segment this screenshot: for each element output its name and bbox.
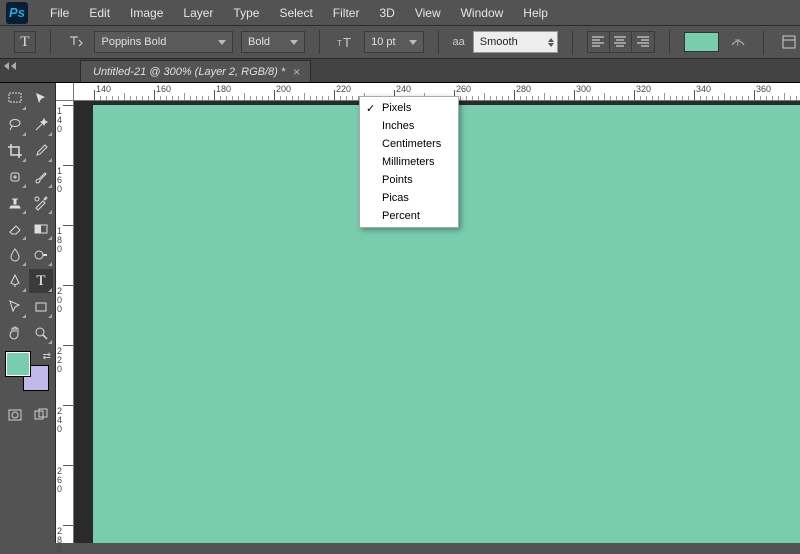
antialias-dropdown[interactable]: Smooth [473,31,558,53]
vertical-ruler[interactable]: 140160180200220240260280 [56,101,74,543]
gradient-tool[interactable] [29,217,53,241]
separator [319,30,320,54]
align-center-button[interactable] [610,32,632,52]
antialias-value: Smooth [480,36,518,48]
menu-window[interactable]: Window [451,6,514,20]
warp-text-button[interactable]: T [727,31,749,53]
menu-layer[interactable]: Layer [173,6,223,20]
separator [572,30,573,54]
separator [669,30,670,54]
hand-tool[interactable] [3,321,27,345]
menu-filter[interactable]: Filter [323,6,370,20]
character-panel-toggle[interactable] [778,31,800,53]
separator [438,30,439,54]
zoom-tool[interactable] [29,321,53,345]
menu-3d[interactable]: 3D [369,6,404,20]
current-tool-indicator[interactable]: T [14,31,36,53]
font-size-dropdown[interactable]: 10 pt [364,31,423,53]
ruler-unit-pixels[interactable]: Pixels [360,99,458,117]
close-tab-button[interactable]: × [293,65,300,79]
text-orientation-toggle[interactable] [65,31,87,53]
toolbox: T ⇄ [0,83,56,543]
path-selection-tool[interactable] [3,295,27,319]
align-left-button[interactable] [588,32,610,52]
ruler-units-context-menu: PixelsInchesCentimetersMillimetersPoints… [359,96,459,228]
clone-stamp-tool[interactable] [3,191,27,215]
document-tab[interactable]: Untitled-21 @ 300% (Layer 2, RGB/8) * × [80,60,311,82]
lasso-tool[interactable] [3,113,27,137]
brush-tool[interactable] [29,165,53,189]
antialias-label: aa [453,36,465,48]
eyedropper-tool[interactable] [29,139,53,163]
menu-edit[interactable]: Edit [79,6,120,20]
pen-tool[interactable] [3,269,27,293]
crop-tool[interactable] [3,139,27,163]
document-tab-title: Untitled-21 @ 300% (Layer 2, RGB/8) * [93,66,285,78]
align-right-button[interactable] [632,32,654,52]
menu-bar: Ps FileEditImageLayerTypeSelectFilter3DV… [0,0,800,25]
type-tool[interactable]: T [29,269,53,293]
font-weight-value: Bold [248,36,270,48]
text-align-group [587,31,655,53]
ruler-unit-inches[interactable]: Inches [360,117,458,135]
document-tab-bar: Untitled-21 @ 300% (Layer 2, RGB/8) * × [0,59,800,83]
font-weight-dropdown[interactable]: Bold [241,31,305,53]
menu-view[interactable]: View [405,6,451,20]
ruler-origin[interactable] [56,83,74,101]
ruler-unit-percent[interactable]: Percent [360,207,458,225]
ruler-unit-points[interactable]: Points [360,171,458,189]
healing-brush-tool[interactable] [3,165,27,189]
font-family-value: Poppins Bold [101,36,166,48]
app-logo[interactable]: Ps [6,2,28,24]
menu-file[interactable]: File [40,6,79,20]
quick-mask-toggle[interactable] [3,405,27,425]
magic-wand-tool[interactable] [29,113,53,137]
screen-mode-toggle[interactable] [29,405,53,425]
eraser-tool[interactable] [3,217,27,241]
collapse-panels-icon[interactable] [4,62,22,72]
ruler-unit-centimeters[interactable]: Centimeters [360,135,458,153]
font-size-value: 10 pt [371,36,395,48]
ruler-unit-millimeters[interactable]: Millimeters [360,153,458,171]
separator [50,30,51,54]
ruler-unit-picas[interactable]: Picas [360,189,458,207]
menu-select[interactable]: Select [269,6,322,20]
svg-text:T: T [735,38,741,48]
menu-image[interactable]: Image [120,6,173,20]
menu-type[interactable]: Type [223,6,269,20]
move-tool[interactable] [29,87,53,111]
history-brush-tool[interactable] [29,191,53,215]
foreground-color[interactable] [5,351,31,377]
swap-colors-icon[interactable]: ⇄ [43,351,51,362]
svg-text:T: T [343,35,351,50]
marquee-tool[interactable] [3,87,27,111]
options-bar: T Poppins Bold Bold TT 10 pt aa Smooth T [0,25,800,59]
font-size-icon: TT [334,31,356,53]
font-family-dropdown[interactable]: Poppins Bold [94,31,233,53]
svg-text:T: T [337,39,342,48]
blur-tool[interactable] [3,243,27,267]
separator [763,30,764,54]
menu-help[interactable]: Help [513,6,558,20]
dodge-tool[interactable] [29,243,53,267]
rectangle-tool[interactable] [29,295,53,319]
text-color-swatch[interactable] [684,32,720,52]
color-swatches: ⇄ [5,351,53,391]
